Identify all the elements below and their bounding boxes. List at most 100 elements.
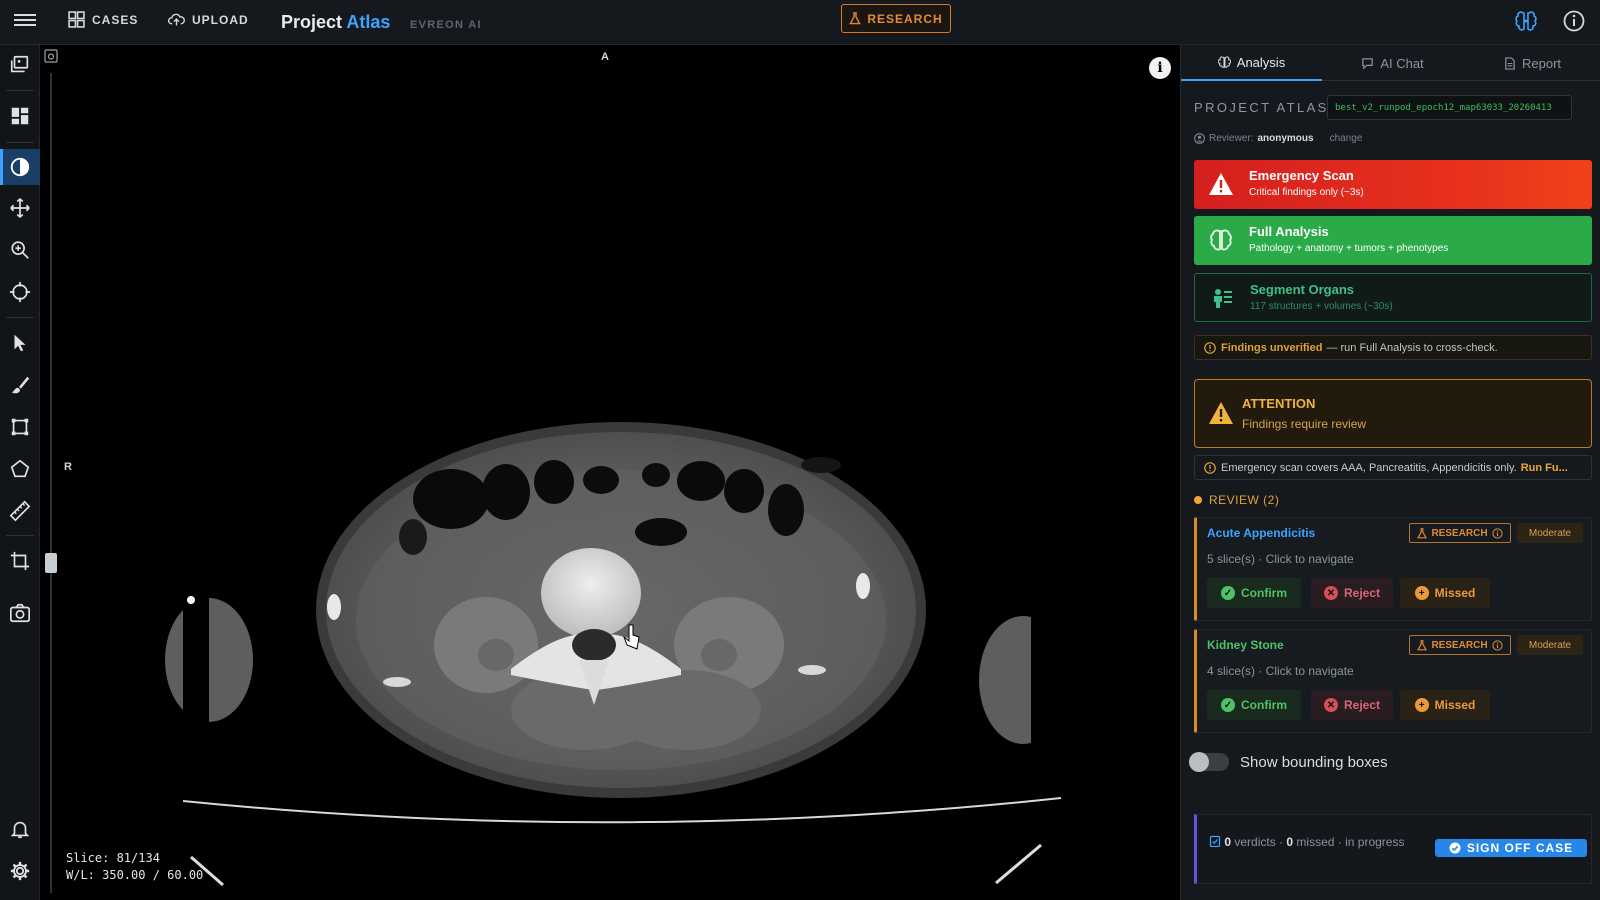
finding-meta[interactable]: 5 slice(s) · Click to navigate xyxy=(1207,552,1354,566)
review-heading-label: REVIEW (2) xyxy=(1209,493,1280,507)
verdict-count: 0 xyxy=(1224,835,1232,849)
brush-tool[interactable] xyxy=(0,367,40,403)
layers-tool[interactable] xyxy=(0,47,40,83)
gear-icon xyxy=(10,861,30,881)
bbox-icon xyxy=(11,418,29,436)
warning-triangle-icon xyxy=(1209,173,1233,195)
attention-title: ATTENTION xyxy=(1242,396,1316,411)
cloud-upload-icon xyxy=(168,13,185,26)
polygon-tool[interactable] xyxy=(0,451,40,487)
layout-tool[interactable] xyxy=(0,98,40,134)
dicom-viewport[interactable]: A R i Slice: 81/134 W/L: 350.00 / 60.00 xyxy=(41,45,1179,900)
pointer-icon xyxy=(14,334,26,352)
missed-button[interactable]: + Missed xyxy=(1400,690,1490,720)
nav-upload[interactable]: UPLOAD xyxy=(168,11,249,28)
finding-name[interactable]: Acute Appendicitis xyxy=(1207,526,1315,540)
research-label: RESEARCH xyxy=(867,11,943,26)
viewer-info-button[interactable]: i xyxy=(1149,57,1171,79)
segment-organs-subtitle: 117 structures + volumes (~30s) xyxy=(1250,301,1393,312)
findings-unverified-notice: Findings unverified — run Full Analysis … xyxy=(1194,335,1592,360)
info-circle-icon[interactable] xyxy=(1562,9,1586,33)
zoom-icon xyxy=(11,241,29,259)
tab-analysis[interactable]: Analysis xyxy=(1181,45,1322,81)
confirm-button[interactable]: ✓ Confirm xyxy=(1207,690,1301,720)
full-analysis-button[interactable]: Full Analysis Pathology + anatomy + tumo… xyxy=(1194,216,1592,265)
research-mode-badge[interactable]: RESEARCH xyxy=(841,4,951,33)
missed-label: Missed xyxy=(1434,698,1476,712)
grid-icon xyxy=(68,11,85,28)
slice-slider-track[interactable] xyxy=(50,73,52,893)
user-icon xyxy=(1194,133,1205,144)
finding-meta[interactable]: 4 slice(s) · Click to navigate xyxy=(1207,664,1354,678)
missed-count: 0 xyxy=(1286,835,1294,849)
info-circle-icon xyxy=(1491,639,1503,651)
brain-icon xyxy=(1217,55,1231,68)
nav-cases[interactable]: CASES xyxy=(68,11,138,28)
verdicts-word: verdicts xyxy=(1234,835,1276,849)
bbox-tool[interactable] xyxy=(0,409,40,445)
check-circle-icon xyxy=(1449,842,1461,854)
finding-name[interactable]: Kidney Stone xyxy=(1207,638,1284,652)
emergency-scan-title: Emergency Scan xyxy=(1249,168,1354,183)
reviewer-row: Reviewer: anonymous change xyxy=(1194,133,1362,144)
ruler-tool[interactable] xyxy=(0,493,40,529)
pan-tool[interactable] xyxy=(0,190,40,226)
attention-banner: ATTENTION Findings require review xyxy=(1194,379,1592,448)
full-analysis-title: Full Analysis xyxy=(1249,224,1329,239)
slice-slider-thumb[interactable] xyxy=(45,553,57,573)
screenshot-tool[interactable] xyxy=(0,595,40,631)
bounding-box-toggle[interactable] xyxy=(1189,752,1229,772)
missed-word: missed xyxy=(1296,835,1335,849)
tab-ai-chat[interactable]: AI Chat xyxy=(1322,45,1463,81)
layout-icon xyxy=(11,107,29,125)
camera-icon[interactable] xyxy=(44,49,58,63)
ct-axial-image xyxy=(165,422,1091,887)
hamburger-menu-icon[interactable] xyxy=(14,11,36,29)
notifications-tool[interactable] xyxy=(0,811,40,847)
chat-icon xyxy=(1362,57,1374,70)
finding-severity-badge: Moderate xyxy=(1517,523,1583,543)
plus-circle-icon: + xyxy=(1414,698,1429,712)
check-circle-icon: ✓ xyxy=(1221,586,1235,600)
pointer-tool[interactable] xyxy=(0,325,40,361)
missed-button[interactable]: + Missed xyxy=(1400,578,1490,608)
segment-organs-button[interactable]: Segment Organs 117 structures + volumes … xyxy=(1194,273,1592,322)
toolbar-divider xyxy=(6,535,34,536)
organs-icon xyxy=(1214,289,1232,308)
tab-report[interactable]: Report xyxy=(1463,45,1600,81)
crosshair-tool[interactable] xyxy=(0,274,40,310)
finding-card[interactable]: Kidney Stone 4 slice(s) · Click to navig… xyxy=(1194,629,1592,733)
layers-icon xyxy=(10,55,29,73)
settings-tool[interactable] xyxy=(0,853,40,889)
analysis-panel: Analysis AI Chat Report PROJECT ATLAS be… xyxy=(1180,45,1600,900)
alert-circle-icon xyxy=(1204,342,1216,354)
brain-icon xyxy=(1210,229,1232,251)
bell-icon xyxy=(10,821,30,839)
reject-button[interactable]: ✕ Reject xyxy=(1311,578,1393,608)
run-full-analysis-link[interactable]: Run Fu... xyxy=(1521,462,1568,474)
confirm-label: Confirm xyxy=(1241,698,1287,712)
brand-subtitle: EVREON AI xyxy=(410,19,482,31)
info-circle-icon xyxy=(1491,527,1503,539)
polygon-icon xyxy=(10,459,30,478)
emergency-scope-notice: Emergency scan covers AAA, Pancreatitis,… xyxy=(1194,455,1592,480)
reviewer-change-link[interactable]: change xyxy=(1330,133,1363,144)
finding-research-badge[interactable]: RESEARCH xyxy=(1409,523,1511,543)
signoff-section: 0 verdicts · 0 missed · in progress SIGN… xyxy=(1194,814,1592,884)
unverified-bold: Findings unverified xyxy=(1221,341,1323,354)
segment-organs-title: Segment Organs xyxy=(1250,282,1355,297)
reject-button[interactable]: ✕ Reject xyxy=(1311,690,1393,720)
window-level-tool[interactable] xyxy=(0,149,40,185)
ruler-icon xyxy=(9,500,31,522)
model-id-field[interactable]: best_v2_runpod_epoch12_map63033_20260413 xyxy=(1327,95,1572,120)
zoom-tool[interactable] xyxy=(0,232,40,268)
confirm-button[interactable]: ✓ Confirm xyxy=(1207,578,1301,608)
emergency-scan-button[interactable]: Emergency Scan Critical findings only (~… xyxy=(1194,160,1592,209)
finding-research-badge[interactable]: RESEARCH xyxy=(1409,635,1511,655)
crop-tool[interactable] xyxy=(0,543,40,579)
sign-off-case-button[interactable]: SIGN OFF CASE xyxy=(1435,839,1587,857)
finding-card[interactable]: Acute Appendicitis 5 slice(s) · Click to… xyxy=(1194,517,1592,621)
brain-ai-icon[interactable] xyxy=(1514,9,1538,33)
attention-subtitle: Findings require review xyxy=(1242,417,1367,431)
nav-upload-label: UPLOAD xyxy=(192,12,249,27)
